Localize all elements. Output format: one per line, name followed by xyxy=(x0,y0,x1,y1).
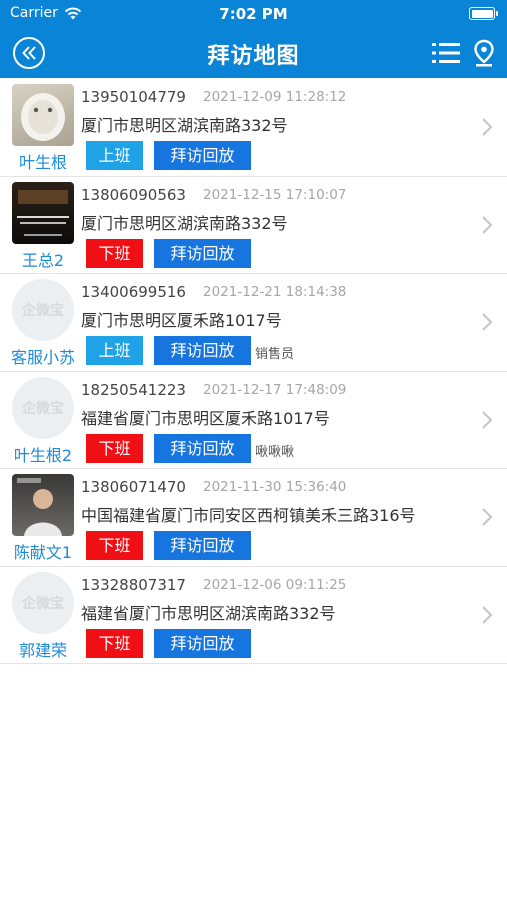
chevron-right-icon xyxy=(482,215,493,234)
default-avatar: 企微宝 xyxy=(12,279,74,341)
visit-replay-button[interactable]: 拜访回放 xyxy=(154,238,251,268)
status-badge[interactable]: 上班 xyxy=(86,336,143,365)
default-avatar: 企微宝 xyxy=(12,571,74,634)
visit-datetime: 2021-12-21 18:14:38 xyxy=(203,284,347,300)
visit-row-3[interactable]: 企微宝 客服小苏 13400699516 2021-12-21 18:14:38… xyxy=(0,274,507,372)
avatar-photo xyxy=(12,181,74,244)
visit-row-2[interactable]: 王总2 13806090563 2021-12-15 17:10:07 厦门市思… xyxy=(0,176,507,274)
visit-row-5[interactable]: 陈献文1 13806071470 2021-11-30 15:36:40 中国福… xyxy=(0,469,507,567)
status-badge[interactable]: 上班 xyxy=(86,141,143,170)
navigation-bar: 拜访地图 xyxy=(0,28,507,78)
app-header: Carrier 7:02 PM 拜访地图 xyxy=(0,0,507,78)
visit-note: 啾啾啾 xyxy=(255,444,295,460)
chevron-right-icon xyxy=(482,118,493,136)
employee-name: 客服小苏 xyxy=(10,348,75,367)
employee-name: 陈献文1 xyxy=(13,543,73,562)
visit-address: 福建省厦门市思明区厦禾路1017号 xyxy=(81,408,330,428)
visit-datetime: 2021-12-06 09:11:25 xyxy=(203,576,347,593)
phone-number: 13806071470 xyxy=(81,478,186,496)
visit-datetime: 2021-11-30 15:36:40 xyxy=(203,479,347,495)
status-badge[interactable]: 下班 xyxy=(86,531,143,560)
status-bar: Carrier 7:02 PM xyxy=(0,0,507,28)
employee-name: 郭建荣 xyxy=(18,640,67,660)
page-title: 拜访地图 xyxy=(207,44,300,69)
visit-address: 厦门市思明区湖滨南路332号 xyxy=(81,116,288,135)
avatar-logo-text: 企微宝 xyxy=(22,303,64,319)
visit-row-1[interactable]: 叶生根 13950104779 2021-12-09 11:28:12 厦门市思… xyxy=(0,79,507,177)
phone-number: 13328807317 xyxy=(81,575,186,594)
avatar-logo-text: 企微宝 xyxy=(22,400,64,417)
visit-address: 厦门市思明区湖滨南路332号 xyxy=(81,213,288,233)
visit-note: 销售员 xyxy=(255,347,295,362)
status-badge[interactable]: 下班 xyxy=(86,433,143,463)
phone-number: 13806090563 xyxy=(81,185,186,204)
employee-name: 叶生根 xyxy=(18,153,67,172)
map-pin-icon[interactable] xyxy=(473,39,495,67)
visit-address: 厦门市思明区厦禾路1017号 xyxy=(81,311,282,330)
visit-replay-button[interactable]: 拜访回放 xyxy=(154,628,251,658)
visit-replay-button[interactable]: 拜访回放 xyxy=(154,531,251,560)
visit-address: 福建省厦门市思明区湖滨南路332号 xyxy=(81,603,336,623)
status-badge[interactable]: 下班 xyxy=(86,628,143,658)
avatar-logo-text: 企微宝 xyxy=(22,595,64,612)
visit-replay-button[interactable]: 拜访回放 xyxy=(154,141,251,170)
visit-address: 中国福建省厦门市同安区西柯镇美禾三路316号 xyxy=(81,506,416,525)
phone-number: 13400699516 xyxy=(81,283,186,301)
chevron-right-icon xyxy=(482,508,493,526)
avatar-photo xyxy=(12,474,74,536)
chevron-right-icon xyxy=(482,605,493,624)
status-time: 7:02 PM xyxy=(219,5,288,23)
visit-list: 叶生根 13950104779 2021-12-09 11:28:12 厦门市思… xyxy=(0,79,507,664)
visit-datetime: 2021-12-17 17:48:09 xyxy=(203,381,347,398)
chevron-right-icon xyxy=(482,410,493,429)
avatar-photo xyxy=(12,84,74,146)
visit-replay-button[interactable]: 拜访回放 xyxy=(154,336,251,365)
employee-name: 叶生根2 xyxy=(13,445,73,465)
status-badge[interactable]: 下班 xyxy=(86,238,143,268)
phone-number: 13950104779 xyxy=(81,88,186,106)
employee-name: 王总2 xyxy=(21,250,65,270)
chevron-right-icon xyxy=(482,313,493,331)
visit-datetime: 2021-12-15 17:10:07 xyxy=(203,186,347,203)
visit-row-6[interactable]: 企微宝 郭建荣 13328807317 2021-12-06 09:11:25 … xyxy=(0,566,507,664)
visit-row-4[interactable]: 企微宝 叶生根2 18250541223 2021-12-17 17:48:09… xyxy=(0,371,507,469)
visit-replay-button[interactable]: 拜访回放 xyxy=(154,433,251,463)
battery-icon xyxy=(469,7,498,20)
visit-datetime: 2021-12-09 11:28:12 xyxy=(203,89,347,105)
default-avatar: 企微宝 xyxy=(12,376,74,439)
list-view-icon[interactable] xyxy=(432,41,460,65)
phone-number: 18250541223 xyxy=(81,380,186,399)
